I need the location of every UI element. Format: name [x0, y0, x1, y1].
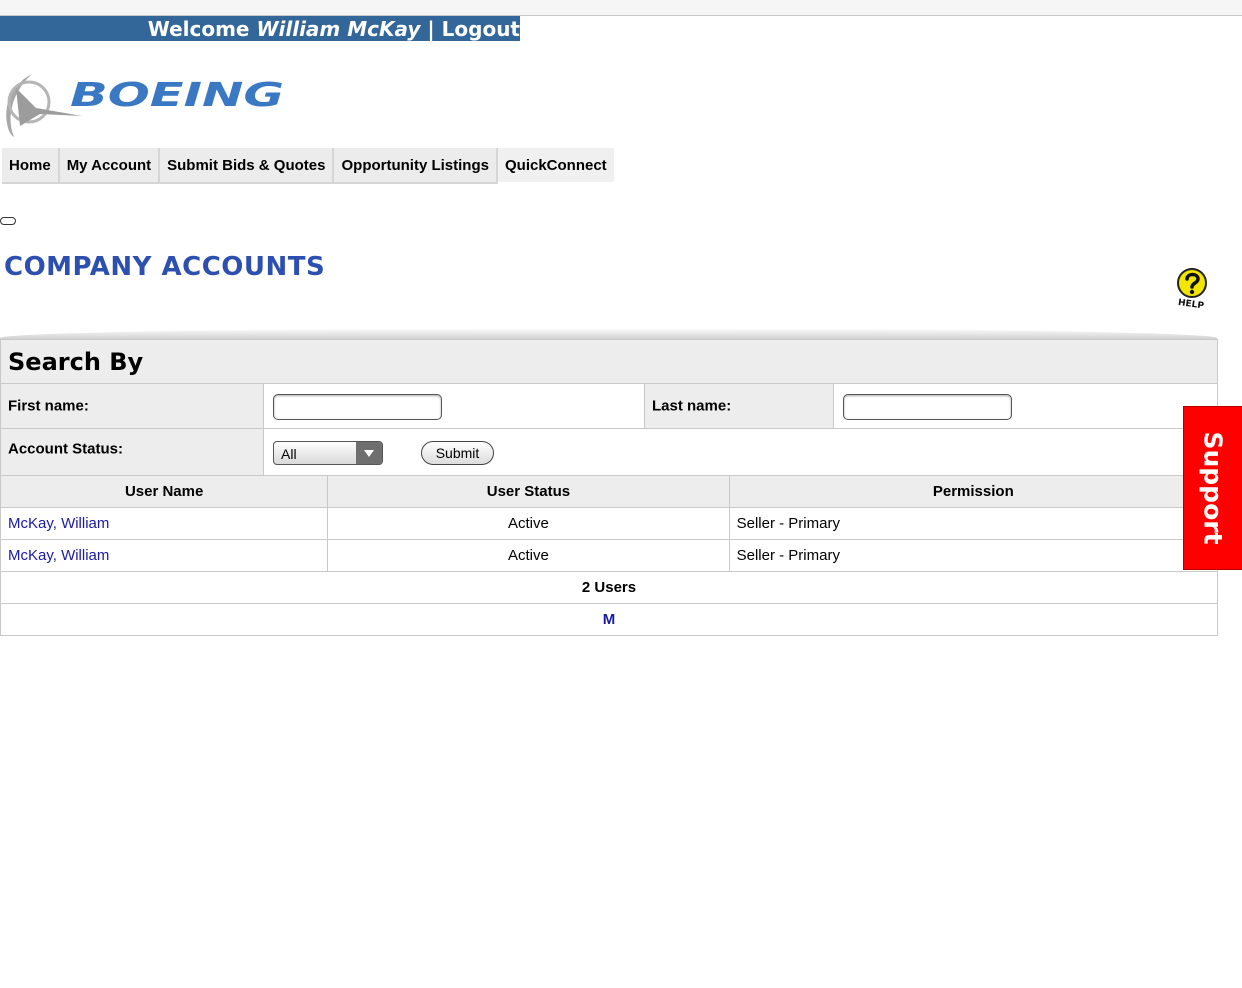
- submit-button[interactable]: Submit: [421, 441, 494, 465]
- nav-home[interactable]: Home: [2, 148, 60, 184]
- account-status-select[interactable]: All: [273, 441, 383, 465]
- browser-top-strip: [0, 0, 1242, 16]
- user-name-link[interactable]: McKay, William: [0, 539, 329, 572]
- logout-link[interactable]: Logout: [442, 17, 520, 41]
- search-title: Search By: [8, 348, 144, 376]
- support-tab[interactable]: Support: [1183, 406, 1242, 570]
- table-row: McKay, William Active Seller - Primary: [0, 539, 1219, 572]
- help-icon[interactable]: HELP: [1176, 267, 1210, 309]
- support-label: Support: [1198, 431, 1228, 545]
- toggle-pill[interactable]: [0, 217, 16, 225]
- table-header-row: User Name User Status Permission: [0, 475, 1219, 508]
- help-label: HELP: [1177, 298, 1205, 309]
- last-name-label: Last name:: [652, 397, 732, 415]
- user-name-link[interactable]: McKay, William: [0, 507, 329, 540]
- first-name-input[interactable]: [273, 394, 442, 420]
- column-header-user-status[interactable]: User Status: [327, 475, 730, 508]
- user-count-row: 2 Users: [0, 571, 1218, 604]
- search-panel: Search By First name: Last name: Account…: [0, 339, 1218, 476]
- boeing-logo[interactable]: BOEING: [2, 70, 292, 138]
- chevron-down-icon: [356, 442, 382, 464]
- welcome-bar: Welcome William McKay | Logout: [0, 16, 520, 41]
- account-status-label-cell: Account Status:: [1, 429, 264, 475]
- first-name-label-cell: First name:: [1, 384, 264, 428]
- last-name-input[interactable]: [843, 394, 1012, 420]
- logo-wordmark: BOEING: [70, 75, 284, 114]
- permission-cell: Seller - Primary: [728, 507, 1219, 540]
- last-name-label-cell: Last name:: [644, 384, 834, 428]
- account-status-value: All: [281, 446, 297, 462]
- nav-submit-bids[interactable]: Submit Bids & Quotes: [160, 148, 335, 184]
- table-row: McKay, William Active Seller - Primary: [0, 507, 1219, 540]
- nav-quickconnect[interactable]: QuickConnect: [497, 148, 614, 182]
- permission-cell: Seller - Primary: [728, 539, 1219, 572]
- nav-opportunity-listings[interactable]: Opportunity Listings: [334, 148, 498, 184]
- search-row-status: Account Status: All Submit: [1, 428, 1217, 475]
- first-name-label: First name:: [8, 397, 89, 415]
- welcome-separator: |: [420, 17, 442, 41]
- letter-index-link[interactable]: M: [0, 603, 1218, 636]
- account-status-label: Account Status:: [8, 440, 124, 458]
- column-header-user-name[interactable]: User Name: [0, 475, 329, 508]
- user-status-cell: Active: [327, 507, 730, 540]
- users-table: User Name User Status Permission McKay, …: [0, 475, 1219, 636]
- page-title: COMPANY ACCOUNTS: [4, 252, 326, 282]
- main-nav: Home My Account Submit Bids & Quotes Opp…: [2, 148, 614, 184]
- column-header-permission[interactable]: Permission: [728, 475, 1219, 508]
- nav-my-account[interactable]: My Account: [59, 148, 161, 184]
- letter-index-row: M: [0, 603, 1218, 636]
- welcome-prefix: Welcome: [147, 17, 257, 41]
- user-count: 2 Users: [0, 571, 1218, 604]
- welcome-user-name: William McKay: [256, 17, 421, 41]
- user-status-cell: Active: [327, 539, 730, 572]
- search-row-names: First name: Last name:: [1, 383, 1217, 428]
